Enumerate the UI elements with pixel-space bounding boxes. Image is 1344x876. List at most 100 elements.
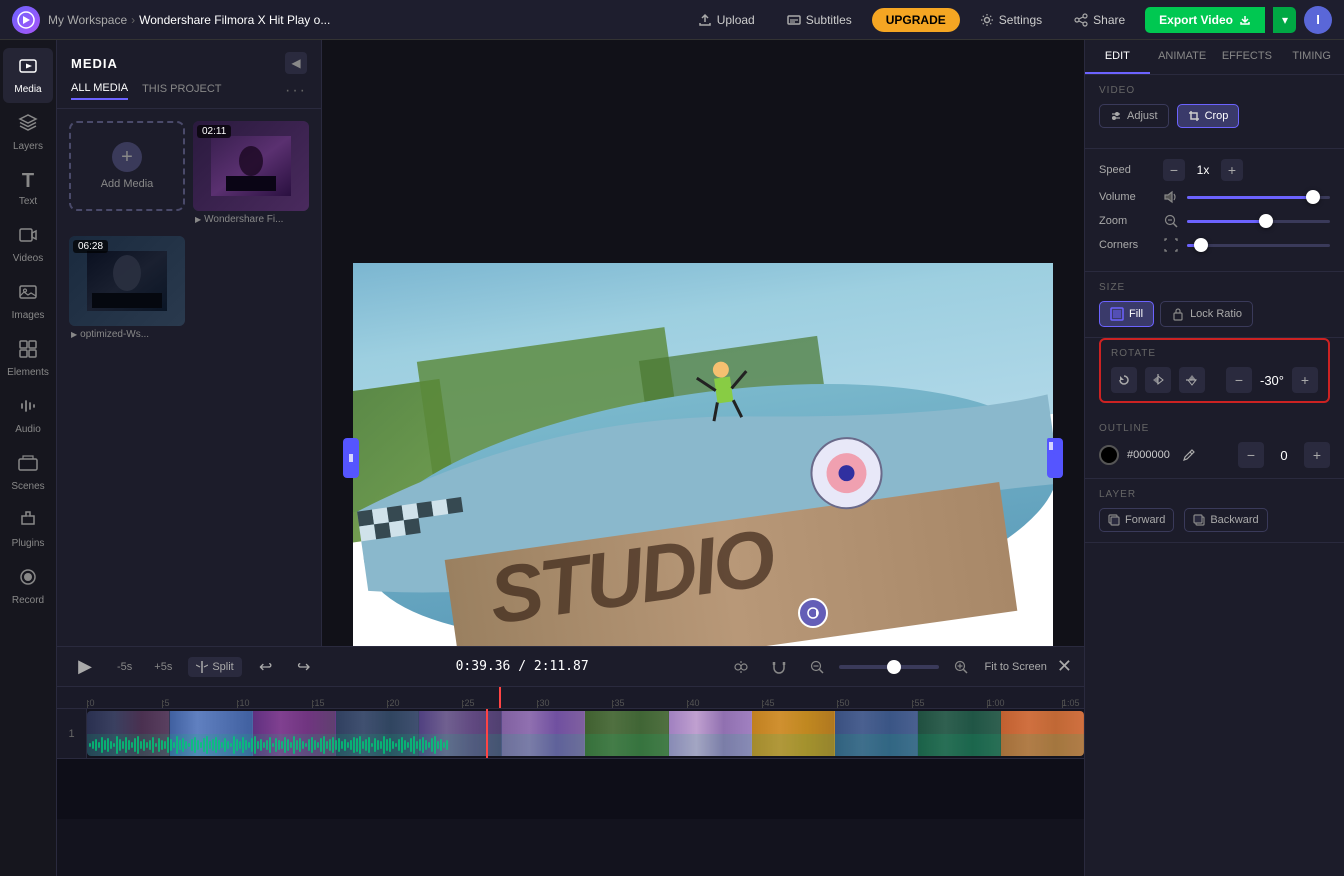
sidebar-item-media[interactable]: Media bbox=[3, 48, 53, 103]
waveform-bar-119 bbox=[446, 740, 448, 750]
sidebar-item-plugins[interactable]: Plugins bbox=[3, 502, 53, 557]
layer-forward-button[interactable]: Forward bbox=[1099, 508, 1174, 532]
right-panel-tabs: EDIT ANIMATE EFFECTS TIMING bbox=[1085, 40, 1344, 75]
video-handle-right[interactable] bbox=[1047, 438, 1063, 478]
crop-button[interactable]: Crop bbox=[1177, 104, 1240, 128]
track-row-1: 1 bbox=[57, 709, 1084, 759]
add-media-button[interactable]: + Add Media bbox=[69, 121, 185, 211]
corners-row: Corners bbox=[1099, 237, 1330, 253]
adjust-button[interactable]: Adjust bbox=[1099, 104, 1169, 128]
breadcrumb: My Workspace › Wondershare Filmora X Hit… bbox=[48, 13, 330, 27]
timeline-playhead[interactable] bbox=[499, 687, 501, 708]
speed-increase-button[interactable]: + bbox=[1221, 159, 1243, 181]
sidebar-item-record[interactable]: Record bbox=[3, 559, 53, 614]
lock-ratio-button[interactable]: Lock Ratio bbox=[1160, 301, 1253, 327]
redo-button[interactable]: ↪ bbox=[290, 653, 318, 681]
rotate-decrease-button[interactable]: − bbox=[1226, 367, 1252, 393]
zoom-thumb[interactable] bbox=[1259, 214, 1273, 228]
magnet-button[interactable] bbox=[765, 653, 793, 681]
zoom-out-button[interactable] bbox=[803, 653, 831, 681]
waveform-bar-109 bbox=[416, 741, 418, 749]
upgrade-button[interactable]: UPGRADE bbox=[872, 8, 960, 32]
rotate-ccw-icon bbox=[1117, 373, 1131, 387]
skip-fwd-button[interactable]: +5s bbox=[148, 658, 178, 676]
speed-decrease-button[interactable]: − bbox=[1163, 159, 1185, 181]
flip-vertical-button[interactable] bbox=[1179, 367, 1205, 393]
waveform-bar-14 bbox=[131, 742, 133, 748]
app-logo bbox=[12, 6, 40, 34]
workspace-link[interactable]: My Workspace bbox=[48, 13, 127, 27]
media-thumb-1[interactable]: 06:28 bbox=[69, 236, 185, 326]
subtitles-button[interactable]: Subtitles bbox=[775, 8, 864, 32]
share-icon bbox=[1074, 13, 1088, 27]
zoom-thumb[interactable] bbox=[887, 660, 901, 674]
settings-button[interactable]: Settings bbox=[968, 8, 1054, 32]
split-button[interactable]: Split bbox=[188, 657, 241, 677]
media-icon bbox=[18, 56, 38, 81]
track-clip-1[interactable] bbox=[87, 711, 1084, 756]
sidebar-item-images[interactable]: Images bbox=[3, 274, 53, 329]
rotate-ccw-button[interactable] bbox=[1111, 367, 1137, 393]
tab-animate[interactable]: ANIMATE bbox=[1150, 40, 1215, 74]
media-filename-0: Wondershare Fi... bbox=[193, 211, 309, 228]
waveform-bar-57 bbox=[260, 739, 262, 751]
tab-edit[interactable]: EDIT bbox=[1085, 40, 1150, 74]
video-handle-left[interactable] bbox=[343, 438, 359, 478]
media-item-0[interactable]: 02:11 Wondershare Fi... bbox=[193, 121, 309, 228]
tab-effects[interactable]: EFFECTS bbox=[1215, 40, 1280, 74]
track-content-1[interactable] bbox=[87, 709, 1084, 758]
zoom-in-button[interactable] bbox=[947, 653, 975, 681]
avatar[interactable]: I bbox=[1304, 6, 1332, 34]
media-thumb-0[interactable]: 02:11 bbox=[193, 121, 309, 211]
media-item-1[interactable]: 06:28 optimized-Ws... bbox=[69, 236, 185, 343]
export-button[interactable]: Export Video bbox=[1145, 7, 1265, 33]
zoom-track[interactable] bbox=[839, 665, 939, 669]
rotate-section-title: ROTATE bbox=[1111, 348, 1318, 359]
tab-this-project[interactable]: THIS PROJECT bbox=[142, 83, 221, 99]
corners-thumb[interactable] bbox=[1194, 238, 1208, 252]
media-collapse-button[interactable]: ◀ bbox=[285, 52, 307, 74]
undo-button[interactable]: ↩ bbox=[252, 653, 280, 681]
images-icon bbox=[18, 282, 38, 307]
waveform-bar-23 bbox=[158, 738, 160, 752]
adjust-label: Adjust bbox=[1127, 110, 1158, 122]
tab-all-media[interactable]: ALL MEDIA bbox=[71, 82, 128, 100]
tab-timing[interactable]: TIMING bbox=[1279, 40, 1344, 74]
outline-color-swatch[interactable] bbox=[1099, 445, 1119, 465]
export-dropdown-button[interactable]: ▾ bbox=[1273, 7, 1296, 33]
skip-back-button[interactable]: -5s bbox=[111, 658, 138, 676]
breadcrumb-separator: › bbox=[131, 13, 135, 27]
outline-increase-button[interactable]: + bbox=[1304, 442, 1330, 468]
sidebar-item-layers[interactable]: Layers bbox=[3, 105, 53, 160]
scene-detect-button[interactable] bbox=[727, 653, 755, 681]
play-button[interactable]: ▶ bbox=[69, 651, 101, 683]
sidebar-item-audio[interactable]: Audio bbox=[3, 388, 53, 443]
layer-buttons: Forward Backward bbox=[1099, 508, 1330, 532]
video-center-icon[interactable] bbox=[798, 598, 828, 628]
upload-button[interactable]: Upload bbox=[686, 8, 767, 32]
forward-label: Forward bbox=[1125, 514, 1165, 526]
outline-decrease-button[interactable]: − bbox=[1238, 442, 1264, 468]
volume-slider[interactable] bbox=[1187, 196, 1330, 199]
waveform-bar-18 bbox=[143, 739, 145, 751]
eyedropper-button[interactable] bbox=[1178, 444, 1200, 466]
track-number-1: 1 bbox=[57, 709, 87, 758]
sidebar-item-scenes[interactable]: Scenes bbox=[3, 445, 53, 500]
waveform-bar-82 bbox=[335, 740, 337, 750]
flip-h-icon bbox=[1151, 373, 1165, 387]
layer-backward-button[interactable]: Backward bbox=[1184, 508, 1267, 532]
media-more-button[interactable]: ··· bbox=[285, 82, 307, 100]
waveform-bar-28 bbox=[173, 742, 175, 748]
rotate-increase-button[interactable]: + bbox=[1292, 367, 1318, 393]
fill-button[interactable]: Fill bbox=[1099, 301, 1154, 327]
timeline-close-button[interactable]: ✕ bbox=[1057, 656, 1072, 677]
corners-slider[interactable] bbox=[1187, 244, 1330, 247]
flip-horizontal-button[interactable] bbox=[1145, 367, 1171, 393]
sidebar-item-text[interactable]: T Text bbox=[3, 162, 53, 215]
sidebar-item-videos[interactable]: Videos bbox=[3, 217, 53, 272]
fit-to-screen-button[interactable]: Fit to Screen bbox=[985, 661, 1047, 673]
share-button[interactable]: Share bbox=[1062, 8, 1137, 32]
sidebar-item-elements[interactable]: Elements bbox=[3, 331, 53, 386]
zoom-slider[interactable] bbox=[1187, 220, 1330, 223]
volume-thumb[interactable] bbox=[1306, 190, 1320, 204]
